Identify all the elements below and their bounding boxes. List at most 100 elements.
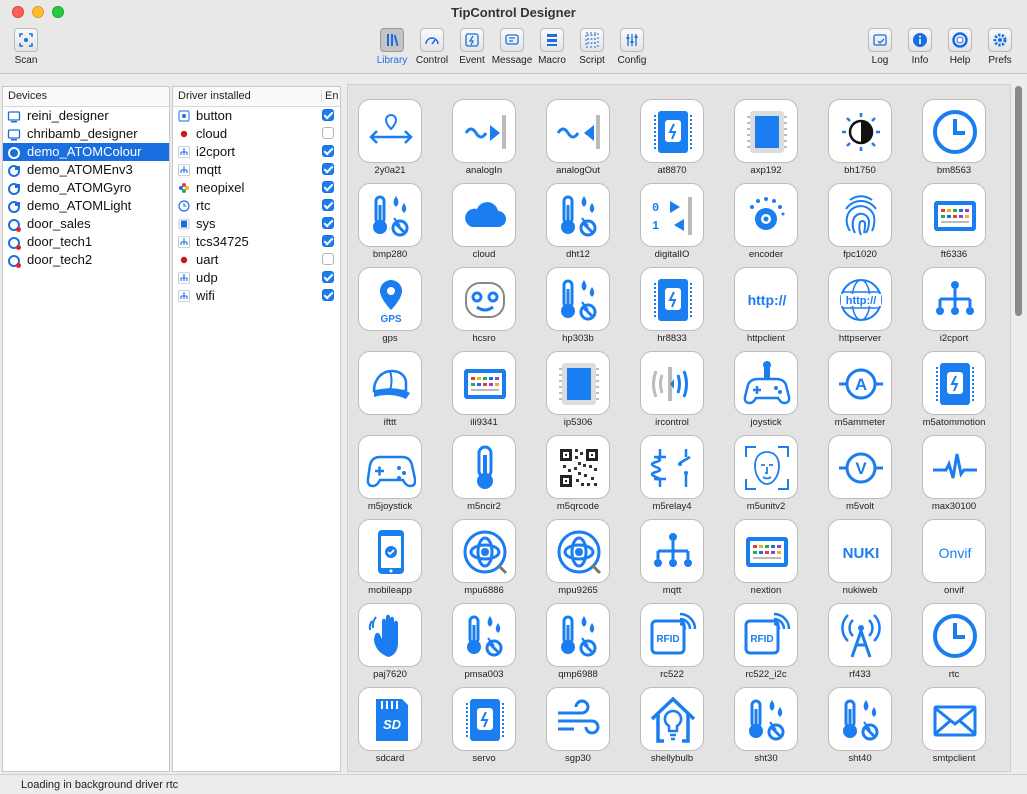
- library-tile[interactable]: cloud: [446, 183, 518, 267]
- toolbar-config-button[interactable]: Config: [608, 28, 656, 72]
- device-row[interactable]: demo_ATOMColour: [3, 143, 169, 161]
- library-tile[interactable]: i2cport: [916, 267, 988, 351]
- library-tile[interactable]: sht30: [728, 687, 800, 771]
- library-tile-icon-box[interactable]: Onvif: [922, 519, 986, 583]
- library-tile-icon-box[interactable]: [734, 435, 798, 499]
- library-tile[interactable]: mqtt: [634, 519, 706, 603]
- driver-enabled-checkbox[interactable]: [322, 271, 334, 283]
- library-tile[interactable]: ft6336: [916, 183, 988, 267]
- library-tile-icon-box[interactable]: [828, 183, 892, 247]
- library-tile-icon-box[interactable]: [546, 687, 610, 751]
- driver-row[interactable]: i2cport: [173, 143, 340, 161]
- library-tile-icon-box[interactable]: [734, 99, 798, 163]
- library-tile[interactable]: m5ncir2: [446, 435, 518, 519]
- library-tile[interactable]: m5relay4: [634, 435, 706, 519]
- library-tile[interactable]: qmp6988: [540, 603, 612, 687]
- library-tile[interactable]: rf433: [822, 603, 894, 687]
- driver-row[interactable]: wifi: [173, 287, 340, 305]
- library-tile-icon-box[interactable]: [828, 603, 892, 667]
- library-tile[interactable]: joystick: [728, 351, 800, 435]
- device-row[interactable]: chribamb_designer: [3, 125, 169, 143]
- library-tile[interactable]: RFID rc522: [634, 603, 706, 687]
- driver-row[interactable]: button: [173, 107, 340, 125]
- library-tile-icon-box[interactable]: [922, 603, 986, 667]
- library-tile[interactable]: max30100: [916, 435, 988, 519]
- library-tile[interactable]: Vm5volt: [822, 435, 894, 519]
- library-tile-icon-box[interactable]: SD: [358, 687, 422, 751]
- library-tile[interactable]: ifttt: [352, 351, 424, 435]
- library-tile-icon-box[interactable]: [922, 267, 986, 331]
- driver-row[interactable]: uart: [173, 251, 340, 269]
- library-tile[interactable]: mobileapp: [352, 519, 424, 603]
- device-row[interactable]: demo_ATOMLight: [3, 197, 169, 215]
- library-tile[interactable]: ip5306: [540, 351, 612, 435]
- library-tile[interactable]: hr8833: [634, 267, 706, 351]
- device-row[interactable]: demo_ATOMEnv3: [3, 161, 169, 179]
- library-tile[interactable]: servo: [446, 687, 518, 771]
- library-tile-icon-box[interactable]: [922, 183, 986, 247]
- device-row[interactable]: door_tech2: [3, 251, 169, 269]
- library-tile-icon-box[interactable]: [546, 267, 610, 331]
- library-tile-icon-box[interactable]: [922, 687, 986, 751]
- driver-row[interactable]: cloud: [173, 125, 340, 143]
- library-tile-icon-box[interactable]: [358, 183, 422, 247]
- library-tile[interactable]: 2y0a21: [352, 99, 424, 183]
- library-tile-icon-box[interactable]: [734, 519, 798, 583]
- driver-enabled-checkbox[interactable]: [322, 235, 334, 247]
- library-tile-icon-box[interactable]: [640, 687, 704, 751]
- library-tile[interactable]: pmsa003: [446, 603, 518, 687]
- driver-enabled-checkbox[interactable]: [322, 199, 334, 211]
- device-row[interactable]: door_tech1: [3, 233, 169, 251]
- library-tile-icon-box[interactable]: NUKI: [828, 519, 892, 583]
- library-tile-icon-box[interactable]: [546, 519, 610, 583]
- library-tile-icon-box[interactable]: V: [828, 435, 892, 499]
- library-tile[interactable]: m5qrcode: [540, 435, 612, 519]
- driver-row[interactable]: udp: [173, 269, 340, 287]
- library-tile[interactable]: hp303b: [540, 267, 612, 351]
- device-row[interactable]: door_sales: [3, 215, 169, 233]
- library-tile[interactable]: NUKI nukiweb: [822, 519, 894, 603]
- library-tile-icon-box[interactable]: [452, 603, 516, 667]
- library-tile[interactable]: fpc1020: [822, 183, 894, 267]
- library-tile[interactable]: SD sdcard: [352, 687, 424, 771]
- driver-row[interactable]: rtc: [173, 197, 340, 215]
- library-tile[interactable]: paj7620: [352, 603, 424, 687]
- library-tile-icon-box[interactable]: [452, 687, 516, 751]
- library-tile[interactable]: nextion: [728, 519, 800, 603]
- driver-enabled-checkbox[interactable]: [322, 145, 334, 157]
- library-tile-icon-box[interactable]: [452, 519, 516, 583]
- library-tile[interactable]: http:// httpclient: [728, 267, 800, 351]
- library-tile-icon-box[interactable]: [358, 435, 422, 499]
- library-tile[interactable]: m5unitv2: [728, 435, 800, 519]
- library-tile[interactable]: GPS gps: [352, 267, 424, 351]
- library-tile[interactable]: encoder: [728, 183, 800, 267]
- library-tile-icon-box[interactable]: [640, 267, 704, 331]
- library-tile-icon-box[interactable]: [358, 351, 422, 415]
- library-tile-icon-box[interactable]: RFID: [734, 603, 798, 667]
- library-tile-icon-box[interactable]: GPS: [358, 267, 422, 331]
- library-scrollbar[interactable]: [1013, 84, 1023, 772]
- library-tile-icon-box[interactable]: http://: [734, 267, 798, 331]
- driver-enabled-checkbox[interactable]: [322, 181, 334, 193]
- library-tile-icon-box[interactable]: [734, 687, 798, 751]
- library-tile-icon-box[interactable]: http://: [828, 267, 892, 331]
- library-tile-icon-box[interactable]: [358, 603, 422, 667]
- library-tile[interactable]: ili9341: [446, 351, 518, 435]
- library-tile-icon-box[interactable]: [734, 351, 798, 415]
- device-row[interactable]: reini_designer: [3, 107, 169, 125]
- library-tile-icon-box[interactable]: [358, 99, 422, 163]
- library-tile[interactable]: analogOut: [540, 99, 612, 183]
- library-tile-icon-box[interactable]: [640, 351, 704, 415]
- library-tile-icon-box[interactable]: [922, 435, 986, 499]
- library-tile[interactable]: dht12: [540, 183, 612, 267]
- driver-row[interactable]: neopixel: [173, 179, 340, 197]
- library-tile[interactable]: RFID rc522_i2c: [728, 603, 800, 687]
- library-tile[interactable]: 0 1 digitalIO: [634, 183, 706, 267]
- library-tile-icon-box[interactable]: [452, 351, 516, 415]
- library-tile[interactable]: ircontrol: [634, 351, 706, 435]
- library-tile[interactable]: m5joystick: [352, 435, 424, 519]
- library-tile-icon-box[interactable]: [640, 519, 704, 583]
- library-tile[interactable]: bh1750: [822, 99, 894, 183]
- driver-enabled-checkbox[interactable]: [322, 127, 334, 139]
- driver-row[interactable]: tcs34725: [173, 233, 340, 251]
